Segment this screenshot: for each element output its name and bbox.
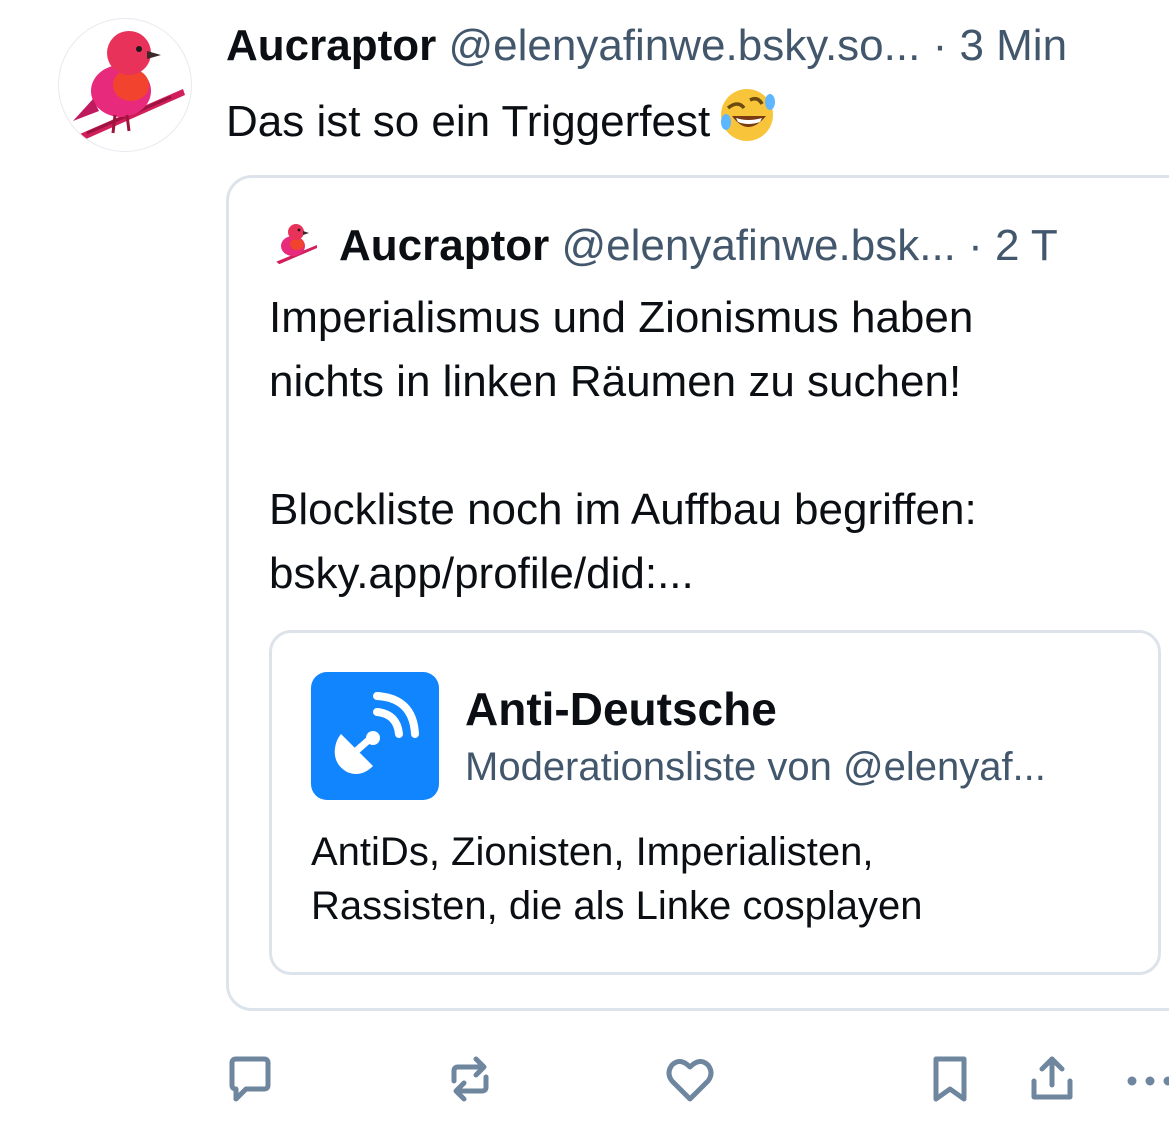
quoted-post-card[interactable]: Aucraptor @elenyafinwe.bsk... · 2 T Impe… xyxy=(226,175,1169,1011)
quoted-text-line: nichts in linken Räumen zu suchen! xyxy=(269,357,962,406)
satellite-dish-icon xyxy=(311,672,439,800)
quoted-author-handle[interactable]: @elenyafinwe.bsk... xyxy=(561,221,955,270)
post-action-bar xyxy=(0,1045,1169,1115)
list-subtitle: Moderationsliste von @elenyaf... xyxy=(465,745,1046,789)
post-header: Aucraptor @elenyafinwe.bsky.so... · 3 Mi… xyxy=(226,18,1169,74)
more-icon[interactable] xyxy=(1120,1051,1169,1107)
quoted-post-header: Aucraptor @elenyafinwe.bsk... · 2 T xyxy=(269,218,1169,274)
robin-bird-icon xyxy=(273,224,317,266)
author-name[interactable]: Aucraptor xyxy=(226,21,436,70)
quoted-text-line: Imperialismus und Zionismus haben xyxy=(269,293,974,342)
author-avatar[interactable] xyxy=(58,18,192,152)
bookmark-icon[interactable] xyxy=(922,1051,978,1107)
list-title: Anti-Deutsche xyxy=(465,683,777,735)
quoted-author-avatar[interactable] xyxy=(269,219,319,269)
moderation-list-card[interactable]: Anti-Deutsche Moderationsliste von @elen… xyxy=(269,630,1161,975)
post-timestamp[interactable]: · 3 Min xyxy=(933,21,1067,70)
robin-bird-icon xyxy=(73,31,185,143)
share-icon[interactable] xyxy=(1024,1051,1080,1107)
quoted-post-timestamp[interactable]: · 2 T xyxy=(968,221,1058,270)
quoted-post-text: Imperialismus und Zionismus haben nichts… xyxy=(269,286,1149,606)
list-description: AntiDs, Zionisten, Imperialisten, Rassis… xyxy=(311,825,1131,933)
rolling-on-floor-laughing-emoji xyxy=(718,89,776,154)
post-text: Das ist so ein Triggerfest xyxy=(226,86,776,159)
author-handle[interactable]: @elenyafinwe.bsky.so... xyxy=(448,21,920,70)
quoted-link[interactable]: bsky.app/profile/did:... xyxy=(269,542,1149,606)
repost-icon[interactable] xyxy=(442,1051,498,1107)
list-description-line: Rassisten, die als Linke cosplayen xyxy=(311,884,923,928)
like-icon[interactable] xyxy=(662,1051,718,1107)
reply-icon[interactable] xyxy=(222,1051,278,1107)
list-description-line: AntiDs, Zionisten, Imperialisten, xyxy=(311,830,874,874)
quoted-text-line: Blockliste noch im Auffbau begriffen: xyxy=(269,485,977,534)
quoted-author-name[interactable]: Aucraptor xyxy=(339,221,549,270)
post-text-content: Das ist so ein Triggerfest xyxy=(226,97,711,146)
